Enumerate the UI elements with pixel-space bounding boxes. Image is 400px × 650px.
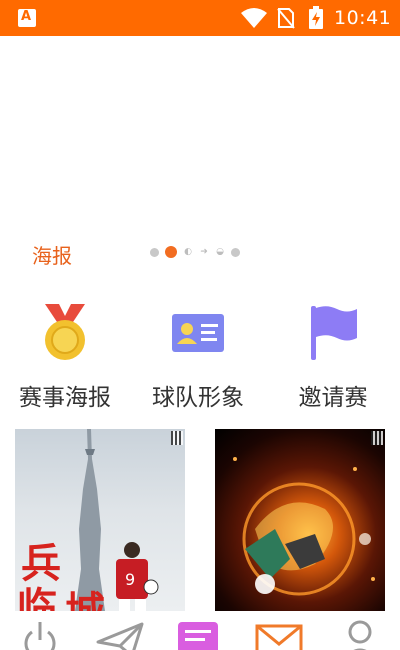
pager-dot[interactable]: ➜ [199,247,209,257]
category-invitational[interactable]: 邀请赛 [268,300,398,412]
banner-carousel[interactable] [0,36,400,236]
flag-icon [311,306,357,360]
bottom-navigation [0,612,400,650]
pager-dot-active[interactable] [165,246,177,258]
wifi-icon [241,8,267,28]
medal-icon [45,304,85,360]
category-event-poster[interactable]: 赛事海报 [0,300,130,412]
battery-charging-icon [309,6,323,29]
banner-pager: ◐ ➜ ◒ [150,246,240,258]
nav-profile[interactable] [338,618,384,650]
section-title: 海报 [32,244,72,268]
poster-artwork: 兵 临 城 9 [17,429,159,611]
svg-text:城: 城 [65,589,105,611]
qr-code [371,431,383,445]
category-label: 球队形象 [152,385,244,411]
status-bar: A 10:41 [0,0,400,36]
category-label: 邀请赛 [298,385,368,411]
no-sim-icon [277,8,295,29]
pager-dot[interactable]: ◒ [215,247,225,257]
jersey-number: 9 [125,570,135,589]
status-time: 10:41 [334,7,392,29]
profile-icon [348,620,372,650]
nav-home[interactable] [17,618,63,650]
svg-text:临: 临 [17,585,57,611]
app-a-icon: A [18,9,36,27]
nav-discover[interactable] [96,618,144,650]
mail-icon [255,624,303,650]
nav-posters[interactable] [176,618,222,650]
pager-dot[interactable] [231,247,240,257]
poster-canton-tower-footballer[interactable]: 兵 临 城 9 [15,429,185,611]
poster-artwork [233,457,375,596]
poster-fire-football[interactable] [215,429,385,611]
pager-dot[interactable]: ◐ [183,247,193,257]
nav-messages[interactable] [254,618,303,650]
id-card-icon [172,314,224,352]
send-icon [96,622,144,650]
pager-dot[interactable] [150,247,159,257]
category-team-image[interactable]: 球队形象 [133,300,263,412]
notes-icon [178,622,218,650]
poster-calligraphy: 兵 [21,541,61,587]
category-label: 赛事海报 [19,385,111,411]
qr-code [171,431,183,445]
power-icon [24,622,56,650]
